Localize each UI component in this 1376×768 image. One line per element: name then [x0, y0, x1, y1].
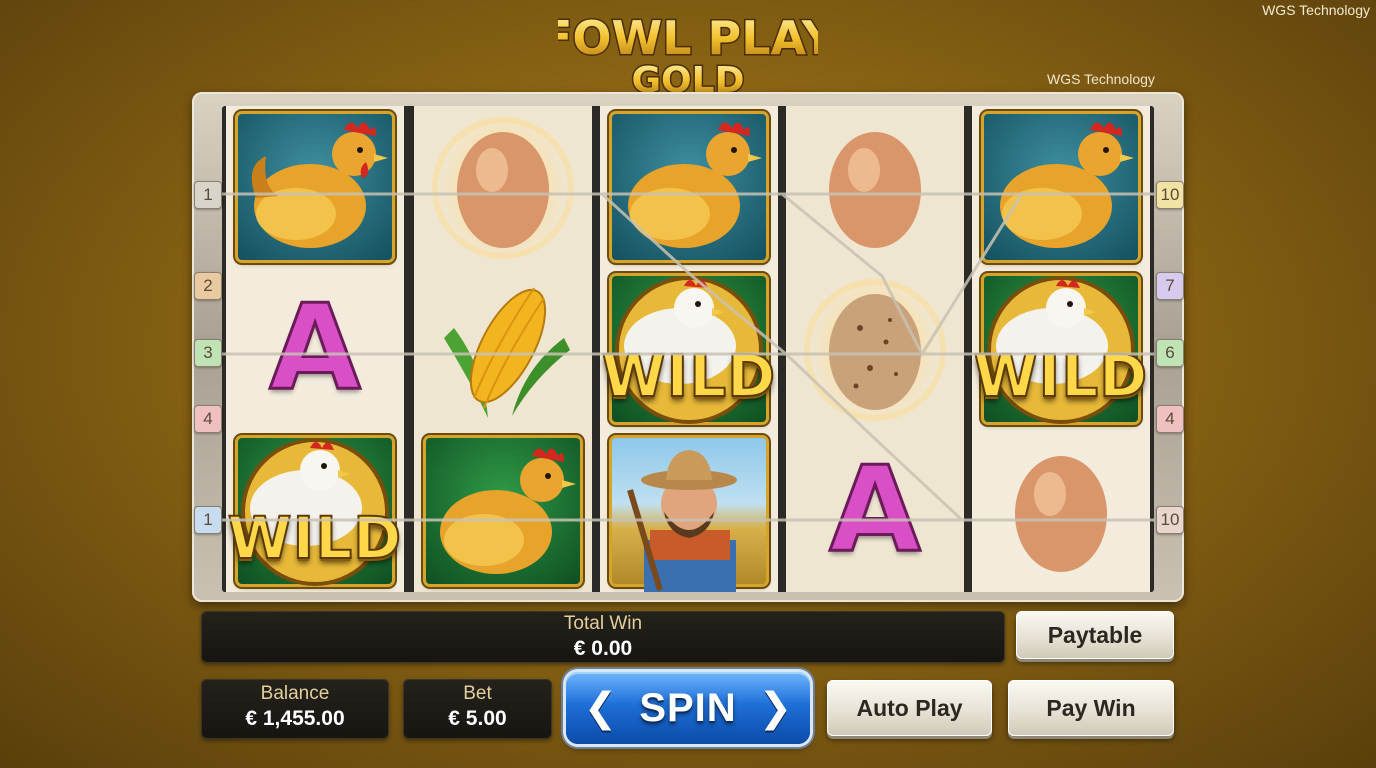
- total-win-value: € 0.00: [573, 637, 633, 660]
- payline-marker-left-5: 1: [194, 506, 222, 534]
- hen-icon: [440, 448, 576, 574]
- corn-symbol: [414, 268, 592, 430]
- reel-3: WILD: [600, 106, 778, 592]
- provider-credit-logo: WGS Technology: [1047, 71, 1155, 87]
- hen-icon: [1000, 122, 1134, 248]
- payline-marker-left-4: 4: [194, 405, 222, 433]
- chevron-right-icon: ❯: [758, 686, 793, 730]
- speckled-egg-icon: [804, 279, 946, 421]
- payline-marker-left-3: 3: [194, 339, 222, 367]
- hen-symbol: [972, 106, 1150, 268]
- balance-value: € 1,455.00: [245, 707, 345, 730]
- balance-panel: Balance € 1,455.00: [201, 679, 389, 739]
- reel-area: A WILD WILD A WILD: [222, 106, 1154, 592]
- total-win-panel: Total Win € 0.00: [201, 611, 1005, 663]
- wild-label: WILD: [973, 341, 1149, 411]
- balance-label: Balance: [260, 683, 330, 704]
- hen-symbol: [414, 430, 592, 592]
- egg-icon: [432, 117, 574, 259]
- farmer-symbol: [600, 430, 778, 592]
- payline-marker-right-5: 10: [1156, 506, 1184, 534]
- hen-symbol: [226, 106, 404, 268]
- pay-win-button[interactable]: Pay Win: [1008, 680, 1174, 736]
- corn-icon: [444, 287, 570, 418]
- reel-5: WILD: [972, 106, 1150, 592]
- wild-symbol: WILD: [972, 268, 1150, 430]
- egg-symbol: [972, 430, 1150, 592]
- spin-label: SPIN: [639, 685, 737, 730]
- payline-marker-right-1: 10: [1156, 181, 1184, 209]
- total-win-label: Total Win: [563, 613, 643, 634]
- reel-1: A WILD: [226, 106, 404, 592]
- egg-icon: [1015, 456, 1107, 572]
- payline-marker-right-4: 4: [1156, 405, 1184, 433]
- auto-play-button[interactable]: Auto Play: [827, 680, 992, 736]
- wild-label: WILD: [227, 503, 403, 573]
- payline-marker-left-1: 1: [194, 181, 222, 209]
- letter-a-symbol: A: [786, 430, 964, 592]
- letter-a: A: [268, 278, 362, 416]
- payline-marker-right-3: 6: [1156, 339, 1184, 367]
- payline-marker-right-2: 7: [1156, 272, 1184, 300]
- bet-value: € 5.00: [448, 707, 507, 730]
- egg-symbol: [414, 106, 592, 268]
- farmer-icon: [627, 450, 737, 592]
- egg-icon: [829, 132, 921, 248]
- payline-marker-left-2: 2: [194, 272, 222, 300]
- game-logo: FOWL PLAY GOLD: [0, 6, 1376, 99]
- wild-symbol: WILD: [600, 268, 778, 430]
- hen-symbol: [600, 106, 778, 268]
- letter-a-symbol: A: [226, 268, 404, 430]
- bet-label: Bet: [463, 683, 492, 704]
- egg-symbol: [786, 106, 964, 268]
- speckled-egg-symbol: [786, 268, 964, 430]
- hen-icon: [251, 122, 388, 248]
- reel-2: [414, 106, 592, 592]
- spin-button[interactable]: ❮ SPIN ❯: [566, 672, 810, 744]
- chevron-left-icon: ❮: [583, 686, 618, 730]
- reel-4: A: [786, 106, 964, 592]
- bet-panel[interactable]: Bet € 5.00: [403, 679, 552, 739]
- wild-symbol: WILD: [226, 430, 404, 592]
- logo-line-1: FOWL PLAY: [558, 11, 818, 65]
- hen-icon: [628, 122, 762, 248]
- wild-label: WILD: [601, 341, 777, 411]
- letter-a: A: [828, 440, 922, 578]
- paytable-button[interactable]: Paytable: [1016, 611, 1174, 659]
